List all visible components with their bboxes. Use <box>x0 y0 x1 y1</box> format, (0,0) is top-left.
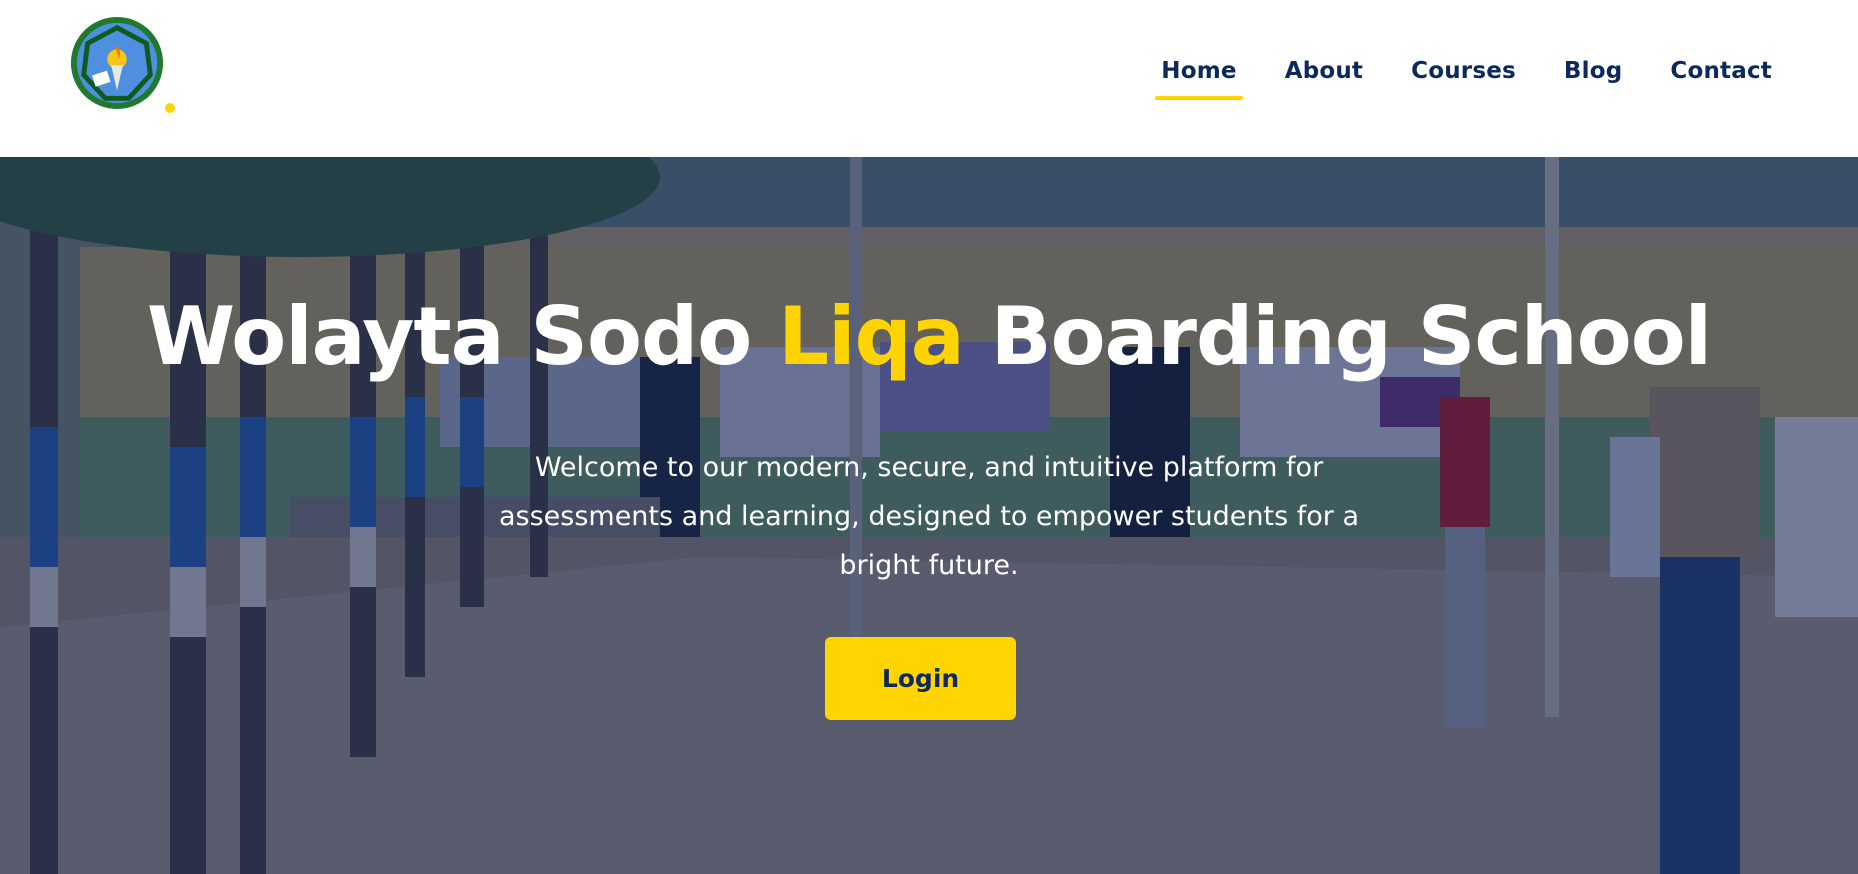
hero-title-part1: Wolayta Sodo <box>146 290 752 383</box>
site-header: Home About Courses Blog Contact <box>0 0 1858 157</box>
hero-title-part2: Boarding School <box>990 290 1712 383</box>
nav-item-home[interactable]: Home <box>1155 52 1244 100</box>
nav-item-about[interactable]: About <box>1279 52 1369 100</box>
nav-item-contact[interactable]: Contact <box>1664 52 1778 100</box>
hero-content: Wolayta Sodo Liqa Boarding School Welcom… <box>0 157 1858 874</box>
nav-item-courses[interactable]: Courses <box>1405 52 1522 100</box>
hero-section: Wolayta Sodo Liqa Boarding School Welcom… <box>0 157 1858 874</box>
hero-title: Wolayta Sodo Liqa Boarding School <box>0 297 1858 377</box>
school-emblem-icon <box>70 16 164 110</box>
hero-subtitle: Welcome to our modern, secure, and intui… <box>498 452 1360 581</box>
main-nav: Home About Courses Blog Contact <box>1119 52 1778 100</box>
school-logo[interactable] <box>68 14 168 114</box>
nav-item-blog[interactable]: Blog <box>1558 52 1628 100</box>
login-button[interactable]: Login <box>825 637 1016 720</box>
logo-accent-dot <box>165 103 175 113</box>
hero-title-highlight: Liqa <box>778 290 965 383</box>
